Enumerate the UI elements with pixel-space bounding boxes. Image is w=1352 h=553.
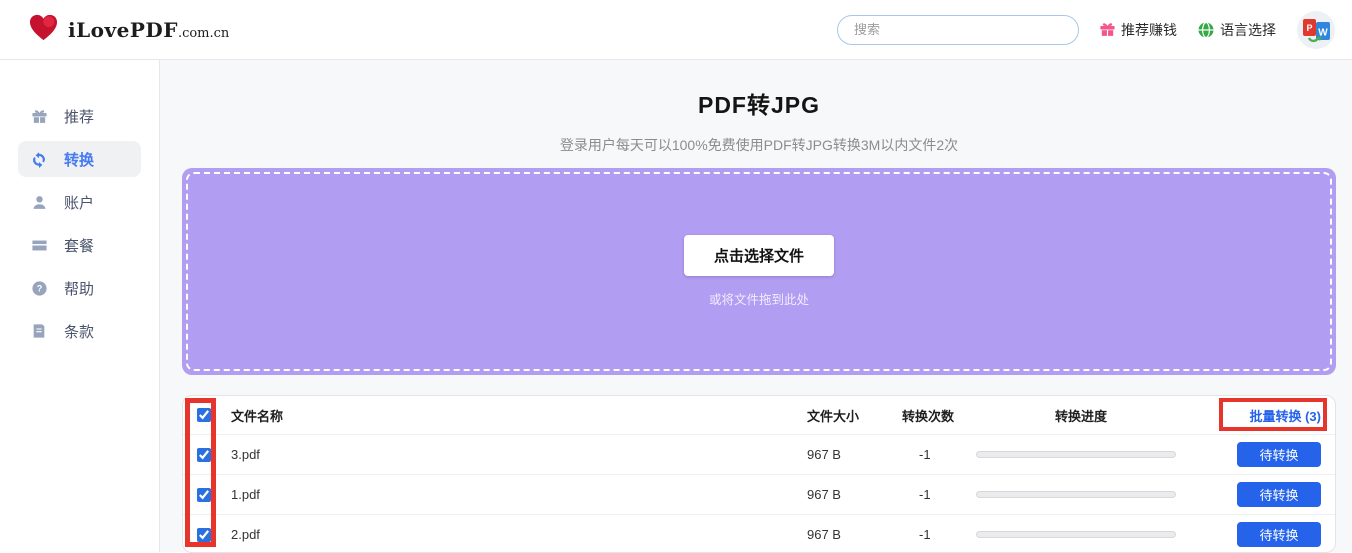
sidebar-item-label: 账户 bbox=[64, 192, 94, 213]
gift-icon bbox=[1099, 21, 1116, 38]
file-size: 967 B bbox=[807, 487, 902, 502]
sidebar-item-convert[interactable]: 转换 bbox=[18, 141, 141, 177]
file-table: 文件名称 文件大小 转换次数 转换进度 批量转换 (3) 3.pdf 967 B… bbox=[182, 395, 1336, 553]
gift-icon bbox=[30, 107, 48, 125]
progress-cell bbox=[976, 491, 1186, 498]
sidebar-item-recommend[interactable]: 推荐 bbox=[18, 98, 141, 134]
action-cell: 待转换 bbox=[1186, 522, 1335, 547]
file-size: 967 B bbox=[807, 527, 902, 542]
file-name: 2.pdf bbox=[231, 527, 807, 542]
convert-arrows-icon bbox=[30, 150, 48, 168]
file-size: 967 B bbox=[807, 447, 902, 462]
table-row: 3.pdf 967 B -1 待转换 bbox=[183, 434, 1335, 474]
sidebar-item-help[interactable]: ? 帮助 bbox=[18, 270, 141, 306]
row-checkbox[interactable] bbox=[197, 488, 211, 502]
table-row: 1.pdf 967 B -1 待转换 bbox=[183, 474, 1335, 514]
select-files-button[interactable]: 点击选择文件 bbox=[684, 235, 834, 276]
convert-status-button[interactable]: 待转换 bbox=[1237, 442, 1321, 467]
language-link[interactable]: 语言选择 bbox=[1197, 20, 1276, 40]
brand-logo[interactable]: iLovePDF.com.cn bbox=[28, 13, 229, 47]
user-icon bbox=[30, 193, 48, 211]
header: iLovePDF.com.cn 推荐赚钱 bbox=[0, 0, 1352, 60]
svg-text:P: P bbox=[1306, 23, 1312, 33]
sidebar-item-label: 帮助 bbox=[64, 278, 94, 299]
sidebar-item-account[interactable]: 账户 bbox=[18, 184, 141, 220]
action-cell: 待转换 bbox=[1186, 442, 1335, 467]
row-checkbox[interactable] bbox=[197, 528, 211, 542]
terms-book-icon bbox=[30, 322, 48, 340]
language-label: 语言选择 bbox=[1220, 20, 1276, 40]
credit-card-icon bbox=[30, 236, 48, 254]
convert-count: -1 bbox=[902, 447, 976, 462]
column-header-size: 文件大小 bbox=[807, 406, 902, 425]
sidebar: 推荐 转换 账户 bbox=[0, 60, 160, 552]
column-header-count: 转换次数 bbox=[902, 406, 976, 425]
row-checkbox-cell bbox=[183, 528, 231, 542]
svg-text:?: ? bbox=[36, 283, 42, 293]
progress-bar bbox=[976, 451, 1176, 458]
row-checkbox-cell bbox=[183, 448, 231, 462]
progress-bar bbox=[976, 531, 1176, 538]
sidebar-item-terms[interactable]: 条款 bbox=[18, 313, 141, 349]
convert-count: -1 bbox=[902, 487, 976, 502]
page-subtitle: 登录用户每天可以100%免费使用PDF转JPG转换3M以内文件2次 bbox=[182, 135, 1336, 155]
select-all-checkbox[interactable] bbox=[197, 408, 211, 422]
sidebar-item-label: 转换 bbox=[64, 149, 94, 170]
dropzone-hint: 或将文件拖到此处 bbox=[709, 289, 809, 308]
search-input[interactable] bbox=[837, 15, 1079, 45]
sidebar-item-plans[interactable]: 套餐 bbox=[18, 227, 141, 263]
table-header-row: 文件名称 文件大小 转换次数 转换进度 批量转换 (3) bbox=[183, 396, 1335, 434]
file-name: 3.pdf bbox=[231, 447, 807, 462]
progress-bar bbox=[976, 491, 1176, 498]
sidebar-item-label: 推荐 bbox=[64, 106, 94, 127]
progress-cell bbox=[976, 451, 1186, 458]
progress-cell bbox=[976, 531, 1186, 538]
batch-convert-link[interactable]: 批量转换 (3) bbox=[1249, 406, 1321, 425]
batch-convert-cell: 批量转换 (3) bbox=[1186, 406, 1335, 425]
convert-count: -1 bbox=[902, 527, 976, 542]
brand-name: iLovePDF bbox=[68, 18, 178, 42]
help-circle-icon: ? bbox=[30, 279, 48, 297]
file-name: 1.pdf bbox=[231, 487, 807, 502]
referral-label: 推荐赚钱 bbox=[1121, 20, 1177, 40]
file-dropzone[interactable]: 点击选择文件 或将文件拖到此处 bbox=[182, 168, 1336, 375]
brand-suffix: .com.cn bbox=[178, 26, 229, 41]
header-right: 推荐赚钱 语言选择 P W bbox=[837, 10, 1336, 50]
globe-icon bbox=[1197, 21, 1215, 39]
column-header-name: 文件名称 bbox=[231, 406, 807, 425]
sidebar-item-label: 条款 bbox=[64, 321, 94, 342]
main-content: PDF转JPG 登录用户每天可以100%免费使用PDF转JPG转换3M以内文件2… bbox=[160, 60, 1352, 552]
row-checkbox-cell bbox=[183, 488, 231, 502]
referral-link[interactable]: 推荐赚钱 bbox=[1099, 20, 1177, 40]
convert-status-button[interactable]: 待转换 bbox=[1237, 482, 1321, 507]
action-cell: 待转换 bbox=[1186, 482, 1335, 507]
sidebar-item-label: 套餐 bbox=[64, 235, 94, 256]
page-title: PDF转JPG bbox=[182, 86, 1336, 120]
column-header-progress: 转换进度 bbox=[976, 406, 1186, 425]
row-checkbox[interactable] bbox=[197, 448, 211, 462]
convert-status-button[interactable]: 待转换 bbox=[1237, 522, 1321, 547]
table-row: 2.pdf 967 B -1 待转换 bbox=[183, 514, 1335, 553]
heart-icon bbox=[28, 13, 59, 47]
pdf-to-word-icon[interactable]: P W bbox=[1296, 10, 1336, 50]
select-all-checkbox-cell bbox=[183, 408, 231, 422]
